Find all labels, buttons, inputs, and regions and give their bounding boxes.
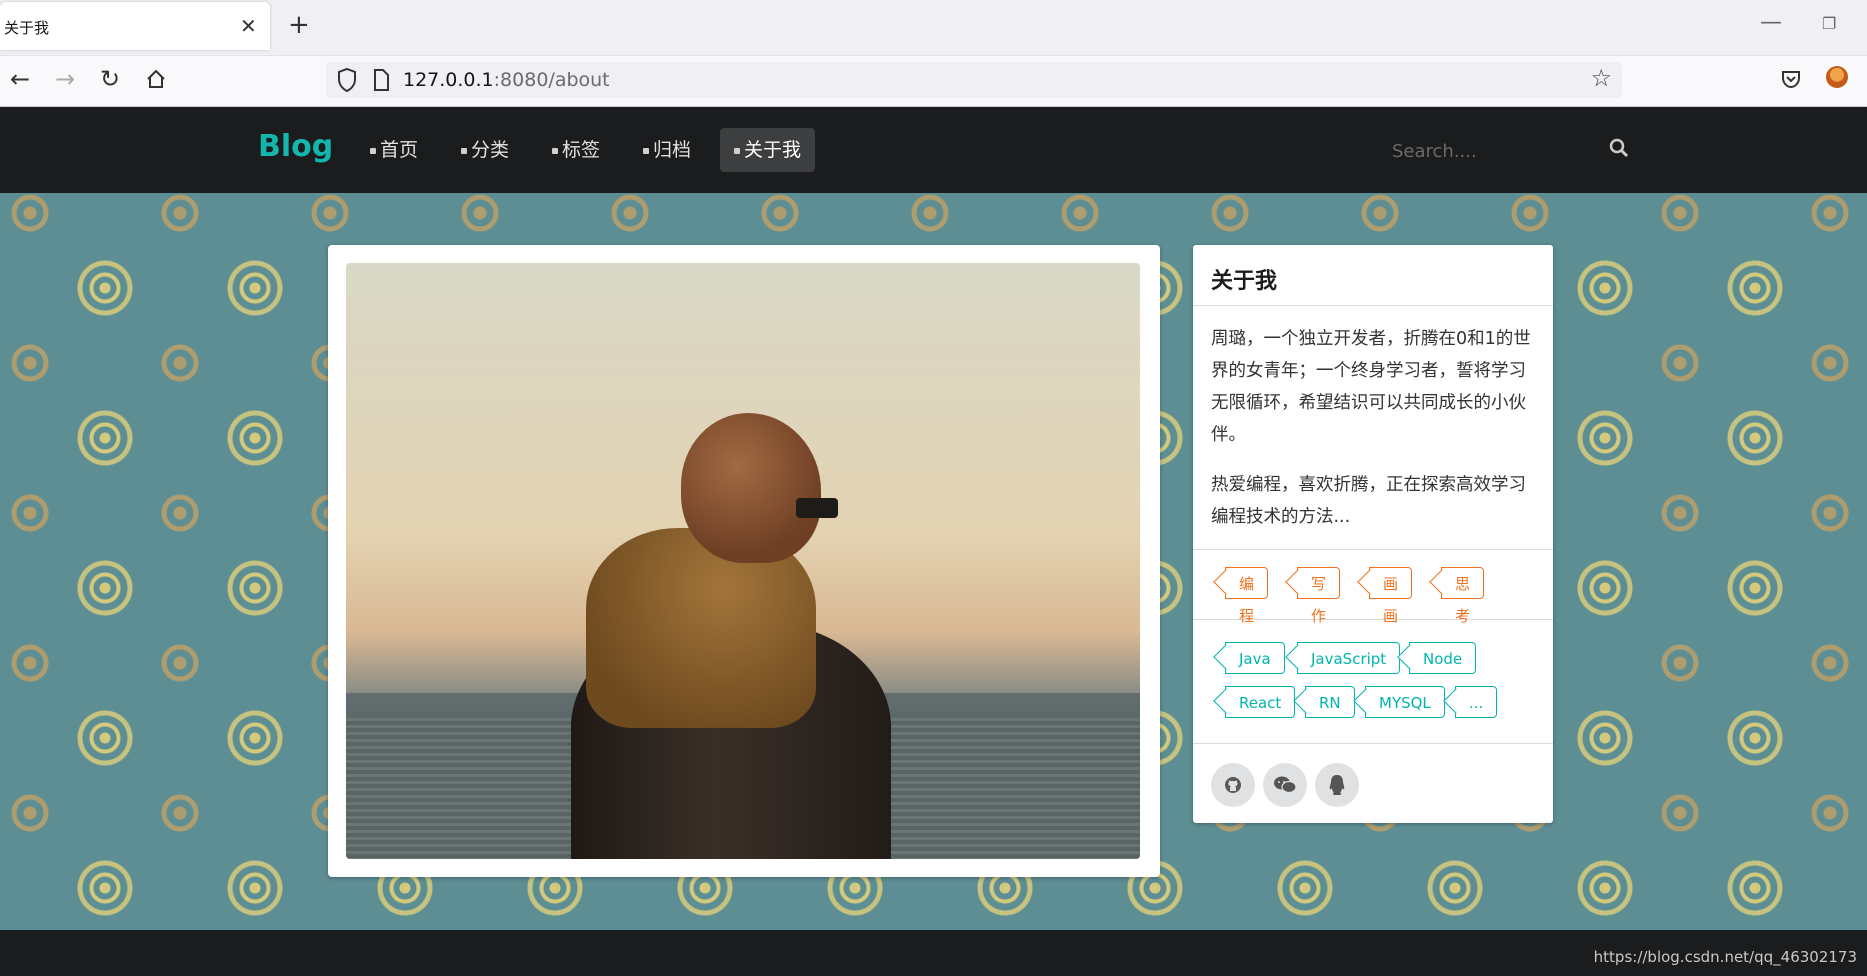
- category-tag-label: 画画: [1383, 575, 1399, 625]
- category-tag[interactable]: 画画: [1369, 567, 1413, 625]
- browser-tab[interactable]: 关于我 ✕: [0, 2, 270, 50]
- extension-icon[interactable]: [1826, 66, 1848, 88]
- menu-item-home[interactable]: 首页: [356, 128, 432, 172]
- divider: [1193, 305, 1553, 306]
- menu-item-about[interactable]: 关于我: [720, 128, 816, 172]
- qq-icon: [1329, 775, 1345, 795]
- url-host: 127.0.0.1: [403, 69, 494, 91]
- bookmark-star-icon[interactable]: ☆: [1590, 64, 1612, 92]
- github-button[interactable]: [1211, 763, 1255, 807]
- wechat-icon: [1274, 776, 1297, 794]
- idea-icon: [461, 147, 467, 154]
- bio-paragraph: 周璐，一个独立开发者，折腾在0和1的世界的女青年；一个终身学习者，誓将学习无限循…: [1211, 329, 1531, 445]
- tech-tag-label: RN: [1319, 694, 1341, 712]
- tech-tag[interactable]: React: [1225, 686, 1296, 718]
- close-tab-icon[interactable]: ✕: [240, 14, 257, 38]
- search-input[interactable]: [1390, 135, 1594, 167]
- tech-tag-label: JavaScript: [1311, 650, 1387, 668]
- pocket-icon[interactable]: [1780, 68, 1802, 94]
- site-brand[interactable]: Blog: [258, 129, 333, 164]
- about-bio: 周璐，一个独立开发者，折腾在0和1的世界的女青年；一个终身学习者，誓将学习无限循…: [1211, 323, 1537, 551]
- tech-tag-label: ...: [1469, 694, 1484, 712]
- category-tag-label: 思考: [1455, 575, 1471, 625]
- menu-item-archive[interactable]: 归档: [629, 128, 705, 172]
- tech-tag[interactable]: Node: [1409, 642, 1477, 674]
- back-icon[interactable]: ←: [10, 64, 30, 94]
- about-title: 关于我: [1211, 269, 1278, 294]
- tags-icon: [552, 147, 558, 154]
- browser-tab-bar: 关于我 ✕ + — ❐: [0, 0, 1867, 56]
- new-tab-icon[interactable]: +: [288, 10, 310, 40]
- bio-paragraph: 热爱编程，喜欢折腾，正在探索高效学习编程技术的方法...: [1211, 475, 1526, 527]
- restore-window-icon[interactable]: ❐: [1822, 14, 1836, 33]
- tech-tag[interactable]: RN: [1305, 686, 1355, 718]
- divider: [1193, 743, 1553, 744]
- browser-toolbar: ← → ↻ 127.0.0.1:8080/about ☆: [0, 56, 1867, 107]
- url-path: :8080/about: [493, 69, 610, 91]
- menu-item-label: 标签: [562, 139, 601, 161]
- wechat-button[interactable]: [1263, 763, 1307, 807]
- category-tag[interactable]: 思考: [1441, 567, 1485, 625]
- url-text[interactable]: 127.0.0.1:8080/about: [403, 69, 610, 91]
- menu-item-label: 首页: [380, 139, 419, 161]
- about-photo: [346, 263, 1140, 859]
- address-bar[interactable]: 127.0.0.1:8080/about ☆: [326, 62, 1622, 98]
- photo-glasses: [796, 498, 838, 518]
- minimize-window-icon[interactable]: —: [1760, 10, 1782, 35]
- tech-tag-label: Node: [1423, 650, 1463, 668]
- photo-head: [681, 413, 821, 563]
- clone-icon: [643, 147, 649, 154]
- site-header: Blog 首页 分类 标签 归档 关于我: [0, 107, 1867, 193]
- info-icon: [734, 147, 740, 154]
- tech-tag[interactable]: Java: [1225, 642, 1285, 674]
- qq-button[interactable]: [1315, 763, 1359, 807]
- search-box: [1390, 135, 1630, 167]
- github-icon: [1225, 777, 1241, 793]
- category-tag[interactable]: 写作: [1297, 567, 1341, 625]
- forward-icon[interactable]: →: [55, 64, 75, 94]
- tech-tag[interactable]: MYSQL: [1365, 686, 1445, 718]
- tech-tag[interactable]: JavaScript: [1297, 642, 1401, 674]
- search-icon[interactable]: [1608, 137, 1630, 163]
- category-tag[interactable]: 编程: [1225, 567, 1269, 625]
- menu-item-categories[interactable]: 分类: [447, 128, 523, 172]
- tab-title: 关于我: [4, 19, 50, 37]
- home-icon[interactable]: [145, 67, 167, 97]
- category-tag-label: 编程: [1239, 575, 1255, 625]
- about-card: 关于我 周璐，一个独立开发者，折腾在0和1的世界的女青年；一个终身学习者，誓将学…: [1193, 245, 1553, 823]
- site-footer: https://blog.csdn.net/qq_46302173: [0, 930, 1867, 976]
- menu-item-label: 分类: [471, 139, 510, 161]
- tech-tag-label: React: [1239, 694, 1282, 712]
- tech-tag-label: Java: [1239, 650, 1271, 668]
- menu-item-label: 关于我: [744, 139, 802, 161]
- tech-tag-label: MYSQL: [1379, 694, 1431, 712]
- home-icon: [370, 147, 376, 154]
- divider: [1193, 549, 1553, 550]
- tracking-shield-icon[interactable]: [334, 65, 360, 99]
- category-tag-label: 写作: [1311, 575, 1327, 625]
- page-info-icon[interactable]: [370, 65, 392, 99]
- photo-card: [328, 245, 1160, 877]
- menu-item-label: 归档: [653, 139, 692, 161]
- watermark-text: https://blog.csdn.net/qq_46302173: [1593, 948, 1857, 966]
- tech-tag[interactable]: ...: [1455, 686, 1498, 718]
- reload-icon[interactable]: ↻: [100, 64, 120, 94]
- menu-item-tags[interactable]: 标签: [538, 128, 614, 172]
